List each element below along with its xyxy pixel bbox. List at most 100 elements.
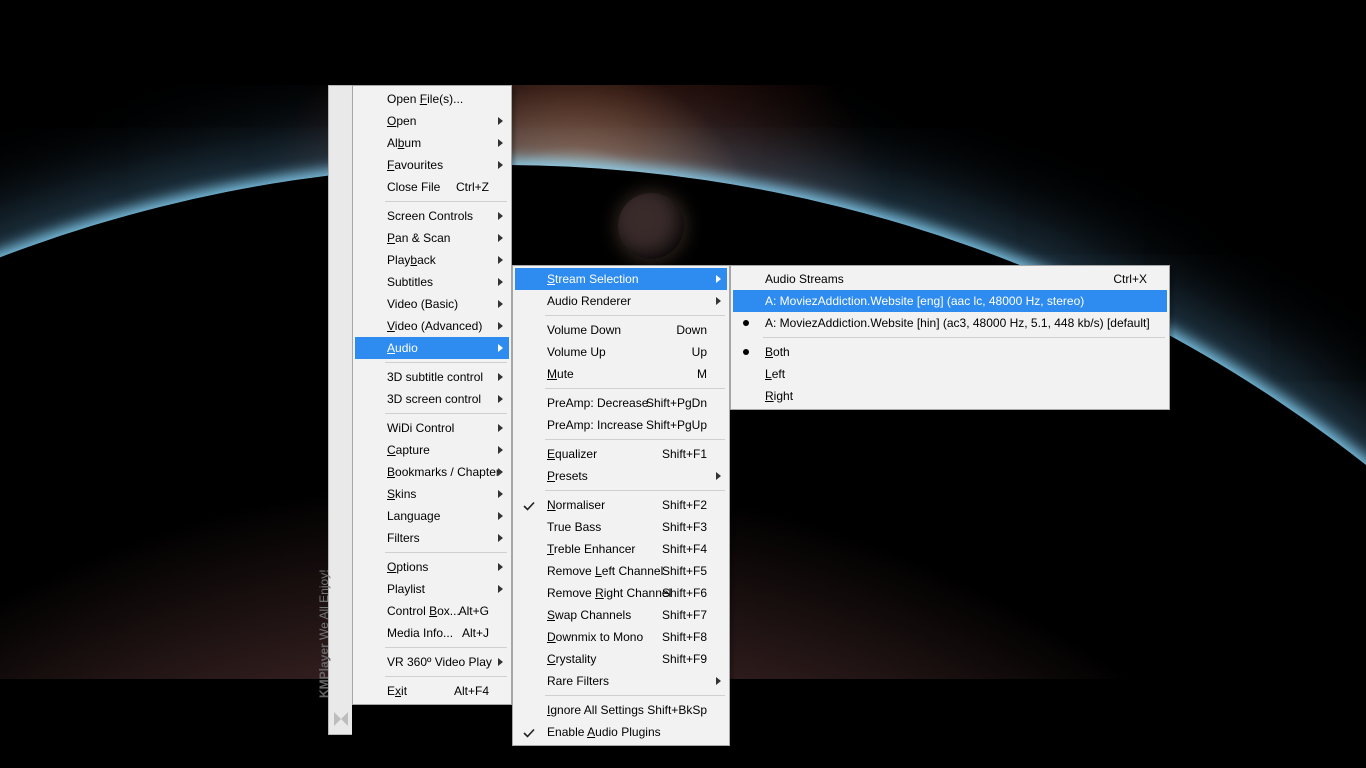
- main-menu-item-open-file-s[interactable]: Open File(s)...: [355, 88, 509, 110]
- kmplayer-logo-icon: [332, 710, 350, 728]
- audio-menu-item-stream-selection[interactable]: Stream Selection: [515, 268, 727, 290]
- stream-menu-item-a-moviezaddiction-website-eng-aac-lc-480[interactable]: A: MoviezAddiction.Website [eng] (aac lc…: [733, 290, 1167, 312]
- menu-item-label: A: MoviezAddiction.Website [eng] (aac lc…: [765, 294, 1084, 308]
- audio-menu-item-presets[interactable]: Presets: [515, 465, 727, 487]
- submenu-arrow-icon: [498, 468, 503, 476]
- menu-item-label: Enable Audio Plugins: [547, 725, 661, 739]
- main-menu-separator: [385, 201, 507, 202]
- main-menu-separator: [385, 676, 507, 677]
- submenu-arrow-icon: [498, 512, 503, 520]
- submenu-arrow-icon: [716, 275, 721, 283]
- stream-menu-separator: [763, 337, 1165, 338]
- main-menu-item-skins[interactable]: Skins: [355, 483, 509, 505]
- radio-dot-icon: [743, 320, 749, 326]
- audio-menu-separator: [545, 315, 725, 316]
- audio-menu-item-true-bass[interactable]: True BassShift+F3: [515, 516, 727, 538]
- main-menu-item-options[interactable]: Options: [355, 556, 509, 578]
- menu-item-label: Screen Controls: [387, 209, 473, 223]
- menu-item-label: Rare Filters: [547, 674, 609, 688]
- main-menu-item-audio[interactable]: Audio: [355, 337, 509, 359]
- menu-item-label: Ignore All Settings: [547, 703, 644, 717]
- audio-menu-item-mute[interactable]: MuteM: [515, 363, 727, 385]
- main-menu-item-playback[interactable]: Playback: [355, 249, 509, 271]
- menu-item-label: WiDi Control: [387, 421, 454, 435]
- audio-menu-item-volume-up[interactable]: Volume UpUp: [515, 341, 727, 363]
- main-menu-item-filters[interactable]: Filters: [355, 527, 509, 549]
- submenu-arrow-icon: [498, 234, 503, 242]
- stream-menu-item-right[interactable]: Right: [733, 385, 1167, 407]
- main-menu-item-language[interactable]: Language: [355, 505, 509, 527]
- kmplayer-brand-tagline: We All Enjoy!: [317, 569, 331, 639]
- main-menu-item-screen-controls[interactable]: Screen Controls: [355, 205, 509, 227]
- stream-menu-item-left[interactable]: Left: [733, 363, 1167, 385]
- menu-item-label: Treble Enhancer: [547, 542, 635, 556]
- menu-item-shortcut: Alt+J: [462, 622, 489, 644]
- main-menu-item-control-box[interactable]: Control Box...Alt+G: [355, 600, 509, 622]
- main-menu-item-3d-subtitle-control[interactable]: 3D subtitle control: [355, 366, 509, 388]
- menu-item-label: Bookmarks / Chapter: [387, 465, 500, 479]
- audio-menu-separator: [545, 388, 725, 389]
- audio-menu-item-audio-renderer[interactable]: Audio Renderer: [515, 290, 727, 312]
- main-menu-item-subtitles[interactable]: Subtitles: [355, 271, 509, 293]
- audio-menu-item-rare-filters[interactable]: Rare Filters: [515, 670, 727, 692]
- kmplayer-brand-name: KMPlayer: [317, 643, 331, 698]
- main-menu-item-close-file[interactable]: Close FileCtrl+Z: [355, 176, 509, 198]
- audio-menu-item-remove-left-channel[interactable]: Remove Left ChannelShift+F5: [515, 560, 727, 582]
- main-menu-item-pan-scan[interactable]: Pan & Scan: [355, 227, 509, 249]
- menu-item-shortcut: Shift+PgDn: [646, 392, 707, 414]
- menu-item-shortcut: Ctrl+X: [1113, 268, 1147, 290]
- submenu-arrow-icon: [498, 395, 503, 403]
- submenu-arrow-icon: [498, 212, 503, 220]
- menu-item-label: Playlist: [387, 582, 425, 596]
- audio-menu-item-enable-audio-plugins[interactable]: Enable Audio Plugins: [515, 721, 727, 743]
- submenu-arrow-icon: [498, 300, 503, 308]
- submenu-arrow-icon: [716, 297, 721, 305]
- audio-menu-item-preamp-increase[interactable]: PreAmp: IncreaseShift+PgUp: [515, 414, 727, 436]
- audio-menu-item-crystality[interactable]: CrystalityShift+F9: [515, 648, 727, 670]
- menu-item-label: Stream Selection: [547, 272, 639, 286]
- menu-item-label: Filters: [387, 531, 420, 545]
- audio-menu-item-equalizer[interactable]: EqualizerShift+F1: [515, 443, 727, 465]
- audio-menu-item-ignore-all-settings[interactable]: Ignore All SettingsShift+BkSp: [515, 699, 727, 721]
- main-menu-item-album[interactable]: Album: [355, 132, 509, 154]
- main-menu-item-vr-360-video-play[interactable]: VR 360º Video Play: [355, 651, 509, 673]
- menu-item-label: Language: [387, 509, 440, 523]
- menu-item-shortcut: Alt+F4: [454, 680, 489, 702]
- stream-menu-item-both[interactable]: Both: [733, 341, 1167, 363]
- main-menu-item-open[interactable]: Open: [355, 110, 509, 132]
- kmplayer-brand-text: KMPlayer We All Enjoy!: [317, 569, 331, 698]
- main-menu-item-bookmarks-chapter[interactable]: Bookmarks / Chapter: [355, 461, 509, 483]
- main-menu-item-video-basic[interactable]: Video (Basic): [355, 293, 509, 315]
- menu-item-label: Volume Up: [547, 345, 606, 359]
- main-menu-item-playlist[interactable]: Playlist: [355, 578, 509, 600]
- submenu-arrow-icon: [716, 472, 721, 480]
- menu-item-label: Pan & Scan: [387, 231, 450, 245]
- main-menu-separator: [385, 552, 507, 553]
- main-menu-item-capture[interactable]: Capture: [355, 439, 509, 461]
- audio-menu-item-preamp-decrease[interactable]: PreAmp: DecreaseShift+PgDn: [515, 392, 727, 414]
- menu-item-shortcut: Shift+F9: [662, 648, 707, 670]
- stream-menu-item-a-moviezaddiction-website-hin-ac3-48000-[interactable]: A: MoviezAddiction.Website [hin] (ac3, 4…: [733, 312, 1167, 334]
- main-menu-item-widi-control[interactable]: WiDi Control: [355, 417, 509, 439]
- audio-menu-item-normaliser[interactable]: NormaliserShift+F2: [515, 494, 727, 516]
- audio-menu-separator: [545, 490, 725, 491]
- main-menu-item-media-info[interactable]: Media Info...Alt+J: [355, 622, 509, 644]
- menu-item-label: Presets: [547, 469, 588, 483]
- context-menu-audio: Stream Selection Audio Renderer Volume Dow…: [512, 265, 730, 746]
- menu-item-label: Left: [765, 367, 785, 381]
- audio-menu-item-downmix-to-mono[interactable]: Downmix to MonoShift+F8: [515, 626, 727, 648]
- submenu-arrow-icon: [498, 534, 503, 542]
- menu-item-label: Open: [387, 114, 416, 128]
- menu-item-label: Audio: [387, 341, 418, 355]
- menu-item-label: Favourites: [387, 158, 443, 172]
- audio-menu-item-remove-right-channel[interactable]: Remove Right ChannelShift+F6: [515, 582, 727, 604]
- audio-menu-item-volume-down[interactable]: Volume DownDown: [515, 319, 727, 341]
- stream-menu-item-audio-streams[interactable]: Audio StreamsCtrl+X: [733, 268, 1167, 290]
- audio-menu-item-treble-enhancer[interactable]: Treble EnhancerShift+F4: [515, 538, 727, 560]
- main-menu-item-video-advanced[interactable]: Video (Advanced): [355, 315, 509, 337]
- main-menu-item-3d-screen-control[interactable]: 3D screen control: [355, 388, 509, 410]
- main-menu-item-exit[interactable]: ExitAlt+F4: [355, 680, 509, 702]
- submenu-arrow-icon: [498, 373, 503, 381]
- audio-menu-item-swap-channels[interactable]: Swap ChannelsShift+F7: [515, 604, 727, 626]
- main-menu-item-favourites[interactable]: Favourites: [355, 154, 509, 176]
